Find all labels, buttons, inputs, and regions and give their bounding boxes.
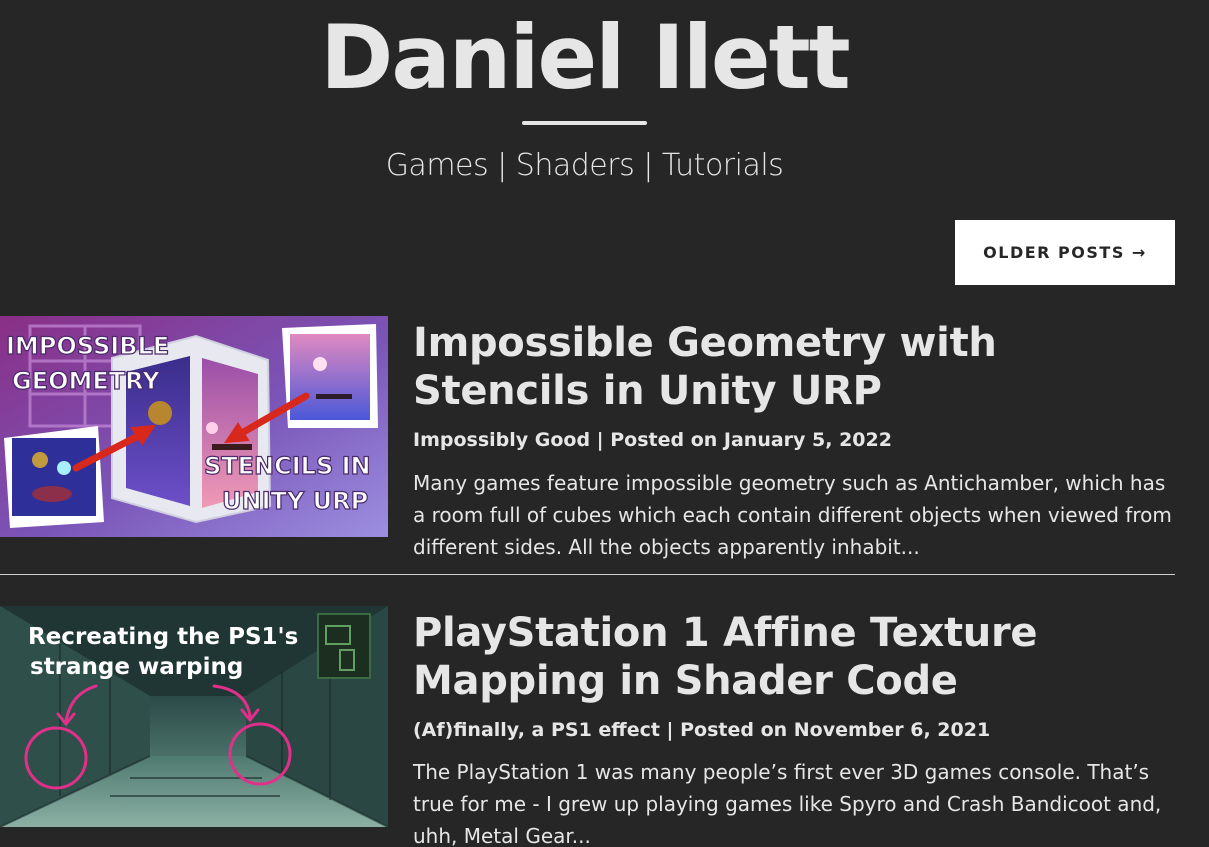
site-tagline: Games | Shaders | Tutorials — [385, 148, 784, 183]
thumbnail-text-recreating: Recreating the PS1's — [28, 624, 298, 650]
title-underline — [522, 121, 647, 125]
impossible-geometry-thumbnail-image: IMPOSSIBLE GEOMETRY STENCILS IN UNITY UR… — [0, 316, 388, 537]
thumbnail-text-unity-urp: UNITY URP — [222, 487, 368, 515]
thumbnail-text-geometry: GEOMETRY — [12, 367, 160, 395]
site-title[interactable]: Daniel Ilett — [0, 0, 1169, 116]
older-posts-button[interactable]: OLDER POSTS → — [955, 220, 1175, 285]
post-divider — [0, 574, 1175, 575]
post-meta: Impossibly Good | Posted on January 5, 2… — [413, 429, 892, 451]
post-meta: (Af)finally, a PS1 effect | Posted on No… — [413, 719, 991, 741]
post-thumbnail[interactable]: IMPOSSIBLE GEOMETRY STENCILS IN UNITY UR… — [0, 316, 388, 537]
thumbnail-text-strange-warping: strange warping — [30, 654, 243, 680]
post-item: Recreating the PS1's strange warping Pla… — [0, 606, 1175, 847]
post-excerpt: The PlayStation 1 was many people’s firs… — [413, 760, 1162, 847]
post-title-link[interactable]: PlayStation 1 Affine Texture Mapping in … — [413, 609, 1173, 705]
ps1-warping-thumbnail-image: Recreating the PS1's strange warping — [0, 606, 388, 827]
thumbnail-text-impossible: IMPOSSIBLE — [6, 332, 169, 360]
post-item: IMPOSSIBLE GEOMETRY STENCILS IN UNITY UR… — [0, 316, 1175, 574]
post-excerpt: Many games feature impossible geometry s… — [413, 471, 1172, 559]
post-thumbnail[interactable]: Recreating the PS1's strange warping — [0, 606, 388, 827]
page: Daniel Ilett Games | Shaders | Tutorials… — [0, 0, 1209, 847]
post-title-link[interactable]: Impossible Geometry with Stencils in Uni… — [413, 319, 1173, 415]
thumbnail-text-stencils-in: STENCILS IN — [204, 452, 371, 480]
